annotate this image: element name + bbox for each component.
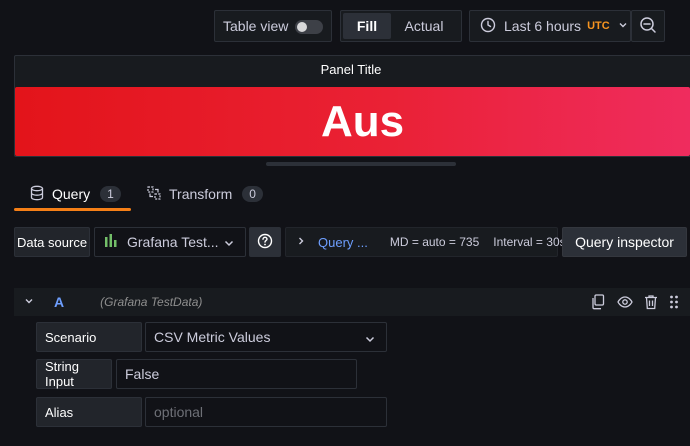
grafana-testdata-icon	[105, 233, 117, 251]
drag-handle-icon[interactable]	[669, 294, 679, 313]
panel-title[interactable]: Panel Title	[14, 62, 690, 77]
zoom-out-icon	[639, 16, 657, 37]
tab-transform-label: Transform	[169, 186, 233, 202]
table-view-toggle[interactable]: Table view	[214, 10, 332, 42]
timezone-badge: UTC	[587, 20, 610, 32]
active-tab-indicator	[14, 208, 131, 211]
zoom-out-button[interactable]	[631, 10, 665, 42]
alias-label: Alias	[36, 397, 142, 427]
fill-actual-toggle: Fill Actual	[340, 10, 462, 42]
question-circle-icon	[257, 233, 273, 252]
tab-query-label: Query	[52, 186, 91, 202]
data-source-picker[interactable]: Grafana Test...	[94, 227, 246, 257]
panel-resize-handle[interactable]	[266, 162, 456, 166]
chevron-down-icon	[618, 20, 628, 33]
query-inspector-button[interactable]: Query inspector	[562, 227, 687, 257]
scenario-value: CSV Metric Values	[154, 329, 271, 345]
stat-value-area: Aus	[15, 87, 690, 156]
query-options-label: Query ...	[318, 234, 368, 250]
tab-query-count: 1	[100, 186, 121, 202]
trash-icon[interactable]	[644, 294, 658, 313]
duplicate-icon[interactable]	[591, 294, 605, 313]
chevron-down-icon	[364, 332, 376, 348]
string-input-label: String Input	[36, 359, 112, 389]
scenario-select[interactable]: CSV Metric Values	[145, 322, 387, 352]
time-range-picker[interactable]: Last 6 hours UTC	[469, 10, 631, 42]
collapse-chevron-icon[interactable]	[24, 296, 34, 309]
tab-transform[interactable]: Transform 0	[147, 184, 263, 204]
query-row-header: A (Grafana TestData)	[14, 288, 690, 316]
query-options-collapse[interactable]: Query ... MD = auto = 735 Interval = 30s	[285, 227, 566, 257]
time-range-label: Last 6 hours	[504, 18, 582, 34]
string-input-value: False	[125, 366, 160, 382]
data-source-value: Grafana Test...	[127, 234, 219, 250]
data-source-label: Data source	[14, 227, 90, 257]
chevron-down-icon	[223, 237, 235, 252]
database-icon	[30, 185, 44, 204]
scenario-label: Scenario	[36, 322, 142, 352]
interval-text: Interval = 30s	[493, 235, 566, 249]
chevron-right-icon	[296, 235, 306, 249]
switch-knob	[297, 22, 307, 32]
eye-icon[interactable]	[617, 294, 633, 313]
table-view-switch[interactable]	[295, 20, 323, 34]
table-view-label: Table view	[223, 18, 289, 34]
fill-button[interactable]: Fill	[343, 13, 391, 39]
actual-button[interactable]: Actual	[391, 13, 457, 39]
data-source-help-button[interactable]	[249, 227, 281, 257]
transform-icon	[147, 185, 161, 203]
max-data-points-text: MD = auto = 735	[389, 235, 480, 249]
clock-icon	[480, 17, 496, 36]
query-ref-id[interactable]: A	[54, 294, 64, 310]
stat-value: Aus	[320, 96, 405, 146]
tab-query[interactable]: Query 1	[30, 184, 121, 204]
query-data-source-name: (Grafana TestData)	[100, 295, 203, 309]
alias-placeholder: optional	[154, 404, 204, 420]
string-input-field[interactable]: False	[116, 359, 357, 389]
alias-input[interactable]: optional	[145, 397, 387, 427]
tab-transform-count: 0	[242, 186, 263, 202]
